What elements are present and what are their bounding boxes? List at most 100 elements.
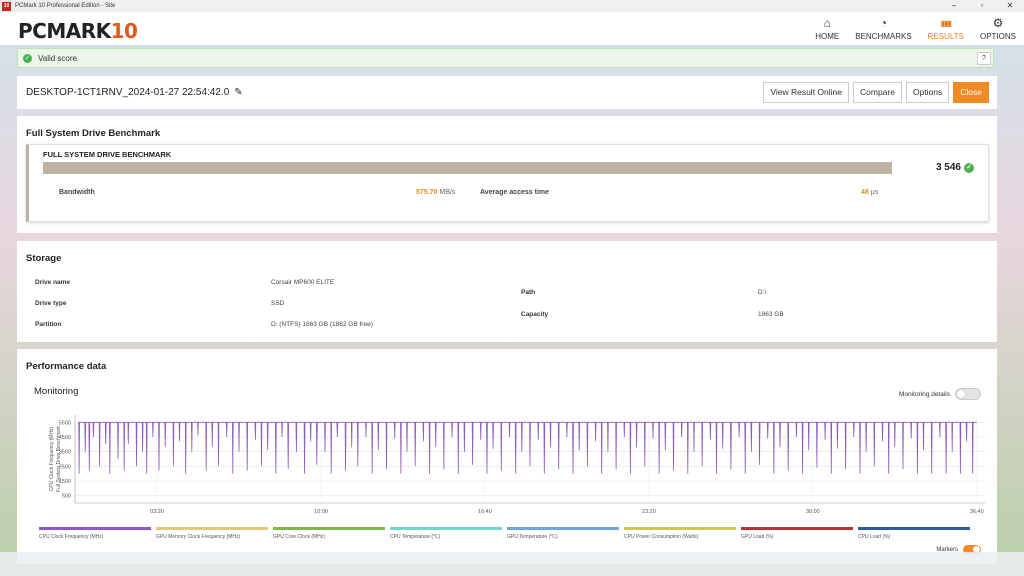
- check-icon: ✓: [23, 53, 32, 63]
- access-time-value-wrap: 48 µs: [861, 189, 878, 196]
- minimize-button[interactable]: –: [940, 0, 968, 12]
- x-tick-label: 16:40: [478, 509, 492, 515]
- performance-section: Performance data Monitoring Monitoring d…: [17, 349, 997, 564]
- bandwidth-unit: MB/s: [439, 189, 456, 196]
- app-header: PCMARK10 ⌂ HOME ◔ BENCHMARKS ▮▮▮ RESULTS…: [0, 12, 1024, 46]
- legend-item[interactable]: CPU Temperature (°C): [390, 527, 507, 540]
- legend-item[interactable]: CPU Load (%): [858, 527, 975, 540]
- storage-section: Storage Drive name Corsair MP600 ELITE D…: [17, 241, 997, 342]
- score-value: 3 546: [935, 162, 961, 173]
- access-time-value: 48: [861, 189, 869, 196]
- legend-swatch: [858, 527, 970, 530]
- legend-item[interactable]: CPU Clock Frequency (MHz): [39, 527, 156, 540]
- monitoring-chart: 5001500250035004500550003:20 10:00 16:40 23…: [49, 415, 985, 515]
- y-axis-label-secondary: Full System Drive Benchmark: [56, 426, 62, 492]
- x-tick-label: 30:00: [806, 509, 820, 515]
- main-nav: ⌂ HOME ◔ BENCHMARKS ▮▮▮ RESULTS ⚙ OPTION…: [807, 12, 1024, 46]
- x-tick-label: 10:00: [314, 509, 328, 515]
- partition-value: D: (NTFS) 1863 GB (1862 GB free): [271, 321, 373, 328]
- legend-label: GPU Memory Clock Frequency (MHz): [156, 534, 241, 540]
- compare-button[interactable]: Compare: [853, 82, 902, 103]
- legend-label: CPU Clock Frequency (MHz): [39, 534, 104, 540]
- pcmark-logo: PCMARK10: [18, 19, 138, 43]
- chart-legend: CPU Clock Frequency (MHz) GPU Memory Cloc…: [39, 527, 975, 540]
- legend-item[interactable]: CPU Power Consumption (Watts): [624, 527, 741, 540]
- logo-number: 10: [110, 19, 138, 43]
- benchmark-card-label: FULL SYSTEM DRIVE BENCHMARK: [43, 150, 172, 159]
- legend-item[interactable]: GPU Memory Clock Frequency (MHz): [156, 527, 273, 540]
- result-name: DESKTOP-1CT1RNV_2024-01-27 22:54:42.0: [26, 87, 230, 98]
- benchmark-section-title: Full System Drive Benchmark: [26, 128, 161, 139]
- legend-swatch: [156, 527, 268, 530]
- nav-home-label: HOME: [815, 32, 840, 41]
- bandwidth-value: 575.70: [416, 189, 438, 196]
- legend-label: GPU Temperature (°C): [507, 534, 558, 540]
- home-icon: ⌂: [823, 16, 831, 30]
- score-bar: [43, 162, 892, 174]
- drive-name-label: Drive name: [35, 279, 71, 286]
- result-header: DESKTOP-1CT1RNV_2024-01-27 22:54:42.0 ✎ V…: [17, 76, 997, 109]
- monitoring-title: Monitoring: [34, 386, 79, 397]
- nav-home[interactable]: ⌂ HOME: [807, 12, 847, 46]
- nav-benchmarks-label: BENCHMARKS: [855, 32, 912, 41]
- nav-options[interactable]: ⚙ OPTIONS: [972, 12, 1024, 46]
- help-button[interactable]: ?: [977, 52, 991, 65]
- legend-label: GPU Load (%): [741, 534, 774, 540]
- access-time-label: Average access time: [480, 189, 550, 196]
- legend-swatch: [273, 527, 385, 530]
- gear-icon: ⚙: [992, 16, 1004, 30]
- close-window-button[interactable]: ✕: [996, 0, 1024, 12]
- access-time-unit: µs: [870, 189, 879, 196]
- drive-type-label: Drive type: [35, 300, 67, 307]
- app-icon: 10: [2, 1, 11, 11]
- check-icon: ✓: [964, 162, 974, 173]
- monitoring-details-toggle[interactable]: [955, 388, 981, 400]
- y-axis-label: CPU Clock Frequency (MHz): [49, 426, 55, 491]
- legend-item[interactable]: GPU Temperature (°C): [507, 527, 624, 540]
- legend-item[interactable]: GPU Load (%): [741, 527, 858, 540]
- legend-label: GPU Core Clock (MHz): [273, 534, 325, 540]
- capacity-label: Capacity: [521, 311, 549, 318]
- drive-name-value: Corsair MP600 ELITE: [271, 279, 335, 286]
- benchmark-card: FULL SYSTEM DRIVE BENCHMARK 3 546 ✓ Band…: [26, 144, 989, 222]
- maximize-button[interactable]: ▫: [968, 0, 996, 12]
- monitoring-details-label: Monitoring details: [899, 391, 950, 398]
- storage-title: Storage: [26, 253, 62, 264]
- legend-swatch: [741, 527, 853, 530]
- window-controls: – ▫ ✕: [940, 0, 1024, 12]
- legend-swatch: [507, 527, 619, 530]
- nav-options-label: OPTIONS: [979, 32, 1016, 41]
- pencil-icon[interactable]: ✎: [234, 87, 242, 98]
- performance-title: Performance data: [26, 361, 107, 372]
- drive-type-value: SSD: [271, 300, 285, 307]
- legend-label: CPU Temperature (°C): [390, 534, 441, 540]
- view-result-online-button[interactable]: View Result Online: [763, 82, 849, 103]
- benchmark-score: 3 546 ✓: [936, 162, 974, 173]
- gauge-icon: ◔: [879, 16, 888, 30]
- legend-item[interactable]: GPU Core Clock (MHz): [273, 527, 390, 540]
- window-title: PCMark 10 Professional Edition - Site: [15, 3, 116, 9]
- logo-text: PCMARK: [18, 19, 111, 43]
- capacity-value: 1863 GB: [758, 311, 784, 318]
- result-name-wrap: DESKTOP-1CT1RNV_2024-01-27 22:54:42.0 ✎: [26, 87, 243, 98]
- options-button[interactable]: Options: [905, 82, 950, 103]
- y-tick-label: 500: [62, 494, 71, 500]
- nav-results[interactable]: ▮▮▮ RESULTS: [920, 12, 972, 46]
- x-tick-label: 03:20: [150, 509, 164, 515]
- bandwidth-value-wrap: 575.70 MB/s: [416, 189, 455, 196]
- legend-label: CPU Load (%): [858, 534, 891, 540]
- taskbar: [0, 552, 1024, 576]
- series-line-cpu-clock: [78, 421, 977, 474]
- title-bar: 10 PCMark 10 Professional Edition - Site…: [0, 0, 1024, 12]
- legend-swatch: [390, 527, 502, 530]
- close-button[interactable]: Close: [953, 82, 989, 103]
- benchmark-section: Full System Drive Benchmark FULL SYSTEM …: [17, 116, 997, 233]
- nav-results-label: RESULTS: [927, 32, 964, 41]
- nav-benchmarks[interactable]: ◔ BENCHMARKS: [847, 12, 919, 46]
- x-tick-label: 36:40: [970, 509, 984, 515]
- path-label: Path: [521, 289, 536, 296]
- x-tick-label: 23:20: [642, 509, 656, 515]
- path-value: D:\: [758, 289, 767, 296]
- bandwidth-label: Bandwidth: [59, 189, 95, 196]
- partition-label: Partition: [35, 321, 62, 328]
